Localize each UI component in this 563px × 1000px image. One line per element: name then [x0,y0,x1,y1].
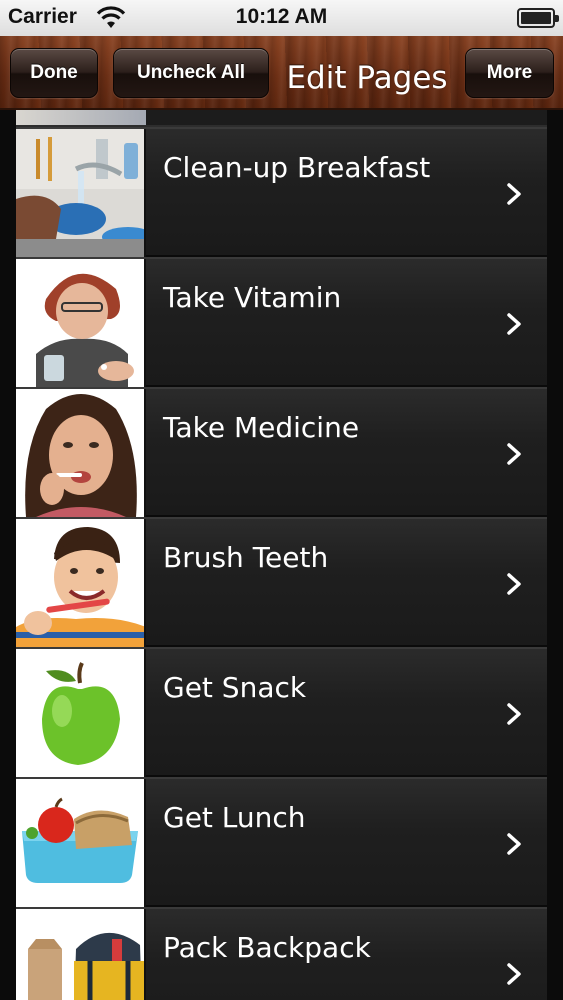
list-item[interactable]: Brush Teeth [16,517,547,647]
list-item[interactable]: Pack Backpack [16,907,547,1000]
chevron-right-icon [507,183,521,205]
clock: 10:12 AM [235,5,328,28]
list-item[interactable]: Take Medicine [16,387,547,517]
chevron-right-icon [507,833,521,855]
list-item-label: Clean-up Breakfast [163,151,431,184]
list-item-label: Get Snack [163,671,307,704]
navigation-toolbar: Done Uncheck All Edit Pages More [0,36,563,110]
list-item[interactable]: Get Lunch [16,777,547,907]
chevron-right-icon [507,963,521,985]
dishwashing-photo-icon [16,129,146,257]
lunchbox-photo-icon [16,779,146,907]
more-button[interactable]: More [465,48,554,98]
status-bar: Carrier 10:12 AM [0,0,563,36]
list-item-label: Take Vitamin [163,281,342,314]
list-item[interactable]: Clean-up Breakfast [16,127,547,257]
list-item-label: Take Medicine [163,411,360,444]
list-item-label: Pack Backpack [163,931,371,964]
uncheck-all-button[interactable]: Uncheck All [113,48,269,98]
battery-icon [517,8,559,28]
list-item-partial[interactable] [16,110,547,127]
page-title: Edit Pages [286,60,448,96]
list-item-label: Brush Teeth [163,541,329,574]
backpack-photo-icon [16,909,146,1000]
list-item-label: Get Lunch [163,801,306,834]
done-button[interactable]: Done [10,48,98,98]
list-item[interactable]: Get Snack [16,647,547,777]
chevron-right-icon [507,573,521,595]
apple-photo-icon [16,649,146,777]
chevron-right-icon [507,703,521,725]
toothbrush-photo-icon [16,519,146,647]
list-item[interactable]: Take Vitamin [16,257,547,387]
pages-list[interactable]: Clean-up Breakfast Take Vitamin Take Med… [0,110,563,1000]
chevron-right-icon [507,313,521,335]
medicine-photo-icon [16,389,146,517]
vitamin-photo-icon [16,259,146,387]
chevron-right-icon [507,443,521,465]
